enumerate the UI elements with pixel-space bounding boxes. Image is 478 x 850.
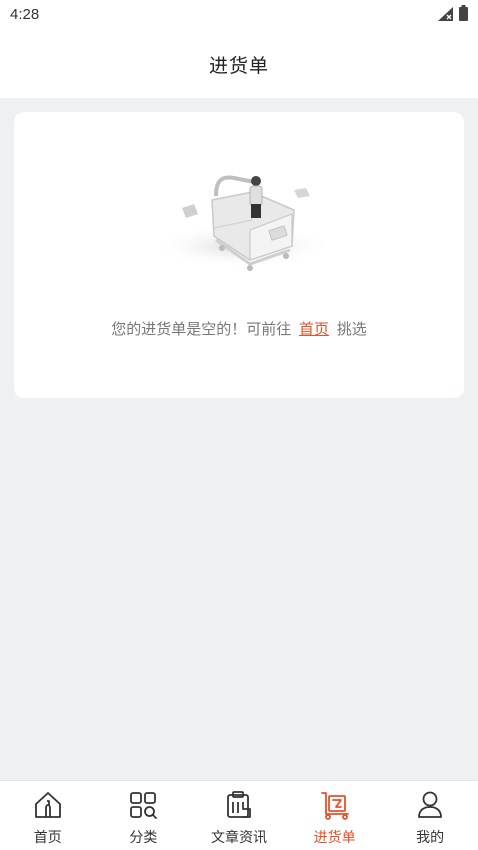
empty-cart-illustration: [142, 170, 336, 274]
nav-label-category: 分类: [129, 830, 158, 846]
home-icon: [32, 789, 64, 821]
nav-item-profile[interactable]: 我的: [382, 781, 478, 850]
nav-item-category[interactable]: 分类: [96, 781, 192, 850]
page-header: 进货单: [0, 30, 478, 98]
nav-item-home[interactable]: 首页: [0, 781, 96, 850]
status-time: 4:28: [10, 6, 40, 23]
nav-item-articles[interactable]: 文章资讯: [191, 781, 287, 850]
cart-icon: [319, 789, 351, 821]
empty-message-text: 您的进货单是空的！可前往: [111, 320, 292, 338]
bottom-nav: 首页 分类 文章资讯 进货单 我的: [0, 780, 478, 850]
nav-label-home: 首页: [33, 830, 62, 846]
empty-message: 您的进货单是空的！可前往 首页 挑选: [14, 318, 464, 339]
nav-label-cart: 进货单: [313, 830, 356, 846]
battery-icon: [459, 5, 468, 25]
empty-cart-card: 您的进货单是空的！可前往 首页 挑选: [14, 112, 464, 398]
page-title: 进货单: [208, 54, 269, 77]
category-icon: [127, 789, 159, 821]
nav-label-profile: 我的: [416, 830, 445, 846]
article-icon: [223, 789, 255, 821]
user-icon: [414, 789, 446, 821]
paper-left: [182, 204, 198, 218]
nav-item-cart[interactable]: 进货单: [287, 781, 383, 850]
home-link[interactable]: 首页: [299, 320, 329, 338]
paper-right: [294, 188, 310, 198]
empty-message-suffix: 挑选: [336, 320, 367, 338]
nav-label-articles: 文章资讯: [210, 830, 267, 846]
signal-icon: [438, 6, 454, 25]
status-icons: [438, 5, 468, 25]
status-bar: 4:28: [0, 0, 478, 30]
